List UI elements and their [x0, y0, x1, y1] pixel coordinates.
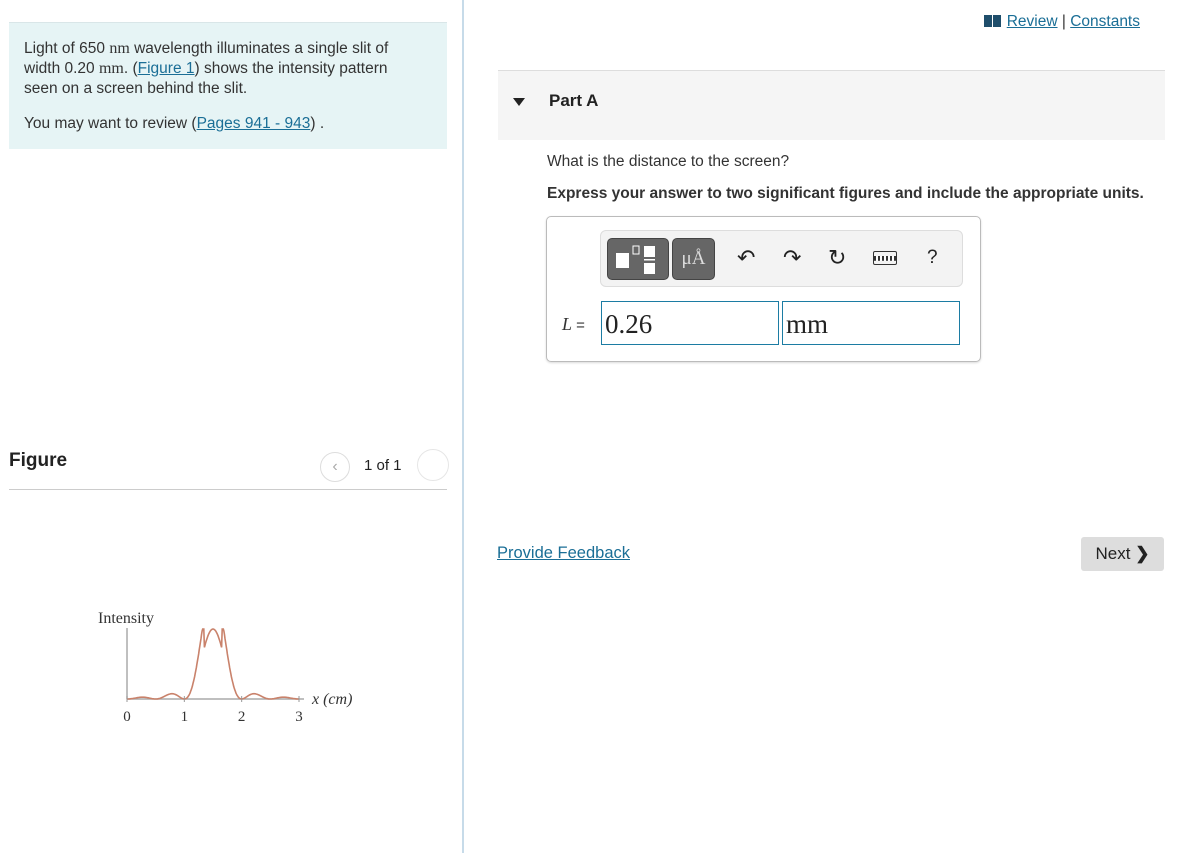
pages-link[interactable]: Pages 941 - 943 — [197, 115, 311, 132]
collapse-triangle-icon[interactable] — [513, 98, 525, 106]
constants-link[interactable]: Constants — [1070, 13, 1140, 30]
part-title: Part A — [549, 91, 599, 110]
top-links: Review | Constants — [983, 13, 1140, 31]
figure-pager-text: 1 of 1 — [364, 457, 402, 474]
chevron-right-icon: ❯ — [1135, 544, 1150, 563]
templates-button[interactable] — [607, 238, 669, 280]
provide-feedback-link[interactable]: Provide Feedback — [497, 544, 630, 563]
x-tick-label: 0 — [123, 709, 131, 725]
math-toolbar: μÅ ↶ ↷ ↻ ? — [600, 230, 963, 287]
fraction-template-icon — [616, 245, 655, 274]
answer-box: μÅ ↶ ↷ ↻ ? L = 0.26 mm — [546, 216, 981, 362]
answer-label: L = — [562, 314, 585, 334]
statement-line-2: width 0.20 mm. (Figure 1) shows the inte… — [24, 60, 388, 77]
x-axis-label: x (cm) — [311, 691, 352, 708]
y-axis-label: Intensity — [98, 610, 154, 627]
problem-statement: Light of 650 nm wavelength illuminates a… — [9, 22, 447, 149]
units-input[interactable]: mm — [782, 301, 960, 345]
statement-line-1: Light of 650 nm wavelength illuminates a… — [24, 40, 389, 57]
figure-heading: Figure — [9, 450, 68, 471]
value-input[interactable]: 0.26 — [601, 301, 779, 345]
x-tick-label: 3 — [295, 709, 303, 725]
instructions-text: Express your answer to two significant f… — [547, 185, 1144, 202]
review-line: You may want to review (Pages 941 - 943)… — [24, 115, 325, 132]
figure-divider — [9, 489, 447, 490]
units-button[interactable]: μÅ — [672, 238, 715, 280]
intensity-curve — [127, 628, 299, 700]
review-link[interactable]: Review — [1007, 13, 1058, 30]
next-button[interactable]: Next ❯ — [1081, 537, 1164, 571]
part-a-header[interactable]: Part A — [498, 70, 1165, 140]
chevron-right-icon[interactable] — [417, 449, 449, 481]
x-tick-label: 2 — [238, 709, 246, 725]
statement-line-3: seen on a screen behind the slit. — [24, 80, 248, 97]
link-separator: | — [1061, 13, 1066, 30]
book-icon — [983, 15, 1001, 27]
keyboard-icon[interactable] — [873, 251, 897, 265]
intensity-figure: Intensity 0 1 2 3 x (cm) — [98, 610, 352, 725]
question-text: What is the distance to the screen? — [547, 153, 790, 170]
reset-icon[interactable]: ↻ — [828, 245, 846, 271]
x-tick-label: 1 — [181, 709, 189, 725]
undo-icon[interactable]: ↶ — [737, 245, 755, 271]
figure-link[interactable]: Figure 1 — [138, 60, 195, 77]
redo-icon[interactable]: ↷ — [783, 245, 801, 271]
help-icon[interactable]: ? — [927, 247, 938, 269]
chevron-left-icon[interactable]: ‹ — [320, 452, 350, 482]
panel-divider[interactable] — [462, 0, 464, 853]
